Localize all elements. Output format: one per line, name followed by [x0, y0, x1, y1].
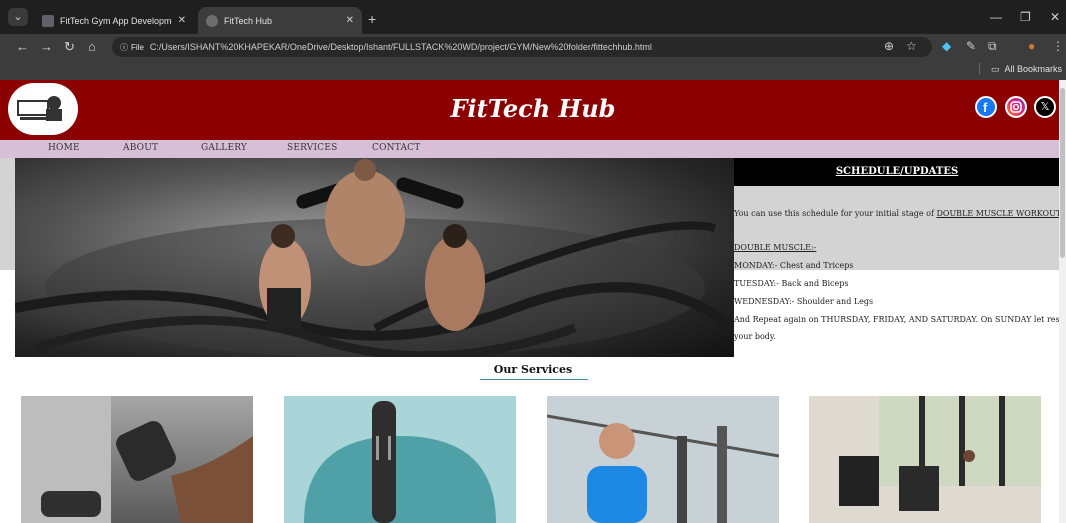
nav-about[interactable]: ABOUT — [123, 143, 158, 153]
home-icon[interactable]: ⌂ — [88, 39, 96, 54]
tab-favicon-icon — [42, 14, 54, 27]
schedule-day-tuesday: TUESDAY:- Back and Biceps — [734, 279, 849, 288]
service-card-cardio-machine[interactable] — [547, 396, 779, 523]
site-info-label: File — [131, 42, 144, 52]
tab-favicon-icon — [206, 14, 218, 27]
site-title: FitTech Hub — [450, 94, 616, 123]
schedule-day-monday: MONDAY:- Chest and Triceps — [734, 261, 854, 270]
schedule-repeat-note: And Repeat again on THURSDAY, FRIDAY, AN… — [734, 315, 1063, 341]
service-card-treadmill[interactable] — [809, 396, 1041, 523]
site-header: FitTech Hub f 𝕏 — [0, 80, 1066, 140]
back-icon[interactable]: ← — [16, 39, 29, 54]
nav-home[interactable]: HOME — [48, 143, 80, 153]
bookmarks-separator — [978, 63, 980, 75]
window-close-icon[interactable]: ✕ — [1050, 10, 1060, 24]
address-bar[interactable]: ⓘ File C:/Users/ISHANT%20KHAPEKAR/OneDri… — [112, 37, 932, 57]
x-icon[interactable]: 𝕏 — [1034, 96, 1056, 118]
equipment-image — [304, 401, 496, 523]
tab-title: FitTech Hub — [224, 15, 273, 26]
minimize-icon[interactable]: — — [990, 10, 1002, 24]
tab-title: FitTech Gym App Development. — [60, 15, 172, 26]
reload-icon[interactable]: ↻ — [64, 39, 75, 55]
menu-kebab-icon[interactable]: ⋮ — [1052, 39, 1064, 53]
instagram-glyph — [1010, 101, 1022, 113]
cardio-image — [547, 396, 779, 523]
restore-icon[interactable]: ❐ — [1020, 10, 1031, 24]
tab-close-icon[interactable]: ✕ — [178, 15, 186, 26]
instagram-icon[interactable] — [1005, 96, 1027, 118]
site-info-chip[interactable]: ⓘ File — [120, 42, 144, 53]
url-text: C:/Users/ISHANT%20KHAPEKAR/OneDrive/Desk… — [149, 42, 652, 52]
bookmarks-bar: ▭ All Bookmarks — [0, 60, 1066, 80]
browser-tab-bar: ⌄ FitTech Gym App Development. ✕ FitTech… — [0, 0, 1066, 34]
folder-icon: ▭ — [990, 63, 1000, 74]
nav-contact[interactable]: CONTACT — [372, 143, 420, 153]
hero-image — [15, 158, 734, 357]
extension-icon[interactable]: ◆ — [942, 39, 951, 53]
nav-services[interactable]: SERVICES — [287, 143, 337, 153]
facebook-glyph: f — [983, 100, 988, 115]
tab-close-icon[interactable]: ✕ — [346, 15, 354, 26]
nav-gallery[interactable]: GALLERY — [201, 143, 247, 153]
scrollbar-thumb[interactable] — [1060, 88, 1065, 258]
services-heading: Our Services — [493, 363, 573, 376]
tab-search-icon[interactable]: ⌄ — [8, 8, 28, 26]
dumbbell-image — [21, 396, 253, 523]
browser-tab[interactable]: FitTech Gym App Development. ✕ — [34, 7, 194, 34]
zoom-icon[interactable]: ⊕ — [884, 39, 894, 53]
all-bookmarks-label: All Bookmarks — [1004, 64, 1062, 74]
treadmill-image — [809, 396, 1041, 523]
bookmark-star-icon[interactable]: ☆ — [906, 39, 917, 53]
service-card-dumbbells[interactable] — [21, 396, 253, 523]
site-navbar: HOME ABOUT GALLERY SERVICES CONTACT — [0, 140, 1066, 158]
profile-avatar-icon[interactable]: ● — [1028, 39, 1035, 53]
double-muscle-workout-link[interactable]: DOUBLE MUSCLE WORKOUT — [936, 209, 1061, 218]
new-tab-icon[interactable]: + — [368, 11, 376, 27]
schedule-day-wednesday: WEDNESDAY:- Shoulder and Legs — [734, 297, 874, 306]
page-scrollbar[interactable] — [1059, 80, 1066, 523]
info-icon: ⓘ — [120, 42, 128, 52]
services-heading-underline — [480, 379, 588, 380]
all-bookmarks-button[interactable]: ▭ All Bookmarks — [978, 63, 1062, 75]
schedule-intro: You can use this schedule for your initi… — [734, 209, 1061, 218]
schedule-heading: SCHEDULE/UPDATES — [734, 158, 1060, 186]
facebook-icon[interactable]: f — [975, 96, 997, 118]
schedule-panel: SCHEDULE/UPDATES You can use this schedu… — [734, 158, 1066, 348]
schedule-subheading: DOUBLE MUSCLE:- — [734, 243, 817, 252]
browser-tab-active[interactable]: FitTech Hub ✕ — [198, 7, 362, 34]
browser-toolbar: ← → ↻ ⌂ ⓘ File C:/Users/ISHANT%20KHAPEKA… — [0, 34, 1066, 60]
extensions-puzzle-icon[interactable]: ⧉ — [988, 39, 997, 54]
hero-illustration — [15, 159, 734, 357]
schedule-intro-text: You can use this schedule for your initi… — [734, 209, 934, 218]
pen-icon[interactable]: ✎ — [966, 39, 976, 53]
service-card-equipment[interactable] — [284, 396, 516, 523]
forward-icon[interactable]: → — [40, 39, 53, 54]
svg-text:f: f — [983, 100, 988, 115]
